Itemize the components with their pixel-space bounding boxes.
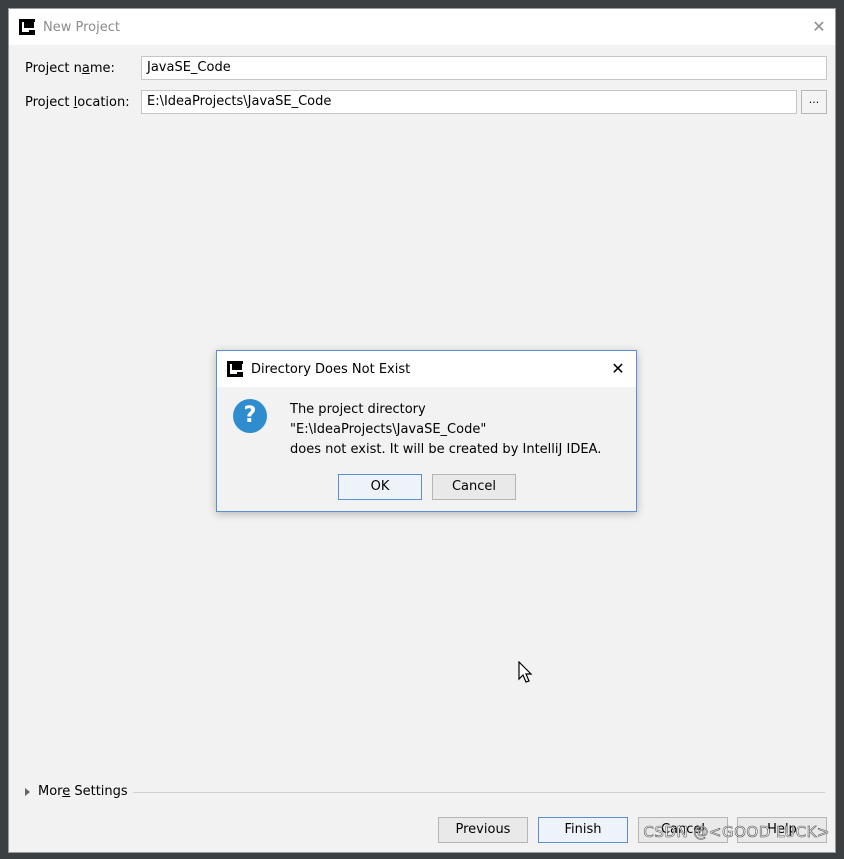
triangle-right-icon bbox=[25, 787, 30, 796]
dialog-title: Directory Does Not Exist bbox=[251, 361, 411, 377]
browse-button[interactable]: ... bbox=[801, 90, 827, 114]
intellij-icon bbox=[227, 361, 244, 377]
project-name-input[interactable]: JavaSE_Code bbox=[141, 56, 827, 80]
directory-not-exist-dialog: Directory Does Not Exist ✕ ? The project… bbox=[216, 350, 637, 512]
dialog-message-line3: does not exist. It will be created by In… bbox=[290, 442, 602, 457]
project-name-label: Project name: bbox=[25, 60, 115, 76]
close-icon[interactable]: ✕ bbox=[809, 17, 829, 37]
question-icon: ? bbox=[233, 399, 267, 433]
watermark: CSDN @<GOOD LUCK> bbox=[643, 823, 830, 842]
project-location-row: Project location: E:\IdeaProjects\JavaSE… bbox=[9, 89, 835, 115]
project-location-input[interactable]: E:\IdeaProjects\JavaSE_Code bbox=[141, 90, 797, 114]
project-location-label: Project location: bbox=[25, 94, 130, 110]
window-titlebar: New Project ✕ bbox=[9, 9, 835, 45]
dialog-titlebar: Directory Does Not Exist ✕ bbox=[217, 351, 636, 387]
mouse-pointer-icon bbox=[518, 661, 533, 683]
separator bbox=[133, 792, 825, 793]
previous-button[interactable]: Previous bbox=[438, 817, 528, 843]
project-name-row: Project name: JavaSE_Code bbox=[9, 55, 835, 81]
dialog-close-icon[interactable]: ✕ bbox=[608, 359, 628, 379]
window-title: New Project bbox=[43, 19, 120, 35]
dialog-message-line1: The project directory bbox=[290, 402, 426, 417]
dialog-ok-button[interactable]: OK bbox=[338, 474, 422, 500]
intellij-icon bbox=[19, 19, 36, 35]
more-settings-label: More Settings bbox=[38, 784, 128, 799]
dialog-message-line2: "E:\IdeaProjects\JavaSE_Code" bbox=[290, 422, 487, 437]
more-settings-toggle[interactable]: More Settings bbox=[25, 784, 128, 799]
finish-button[interactable]: Finish bbox=[538, 817, 628, 843]
dialog-cancel-button[interactable]: Cancel bbox=[432, 474, 516, 500]
